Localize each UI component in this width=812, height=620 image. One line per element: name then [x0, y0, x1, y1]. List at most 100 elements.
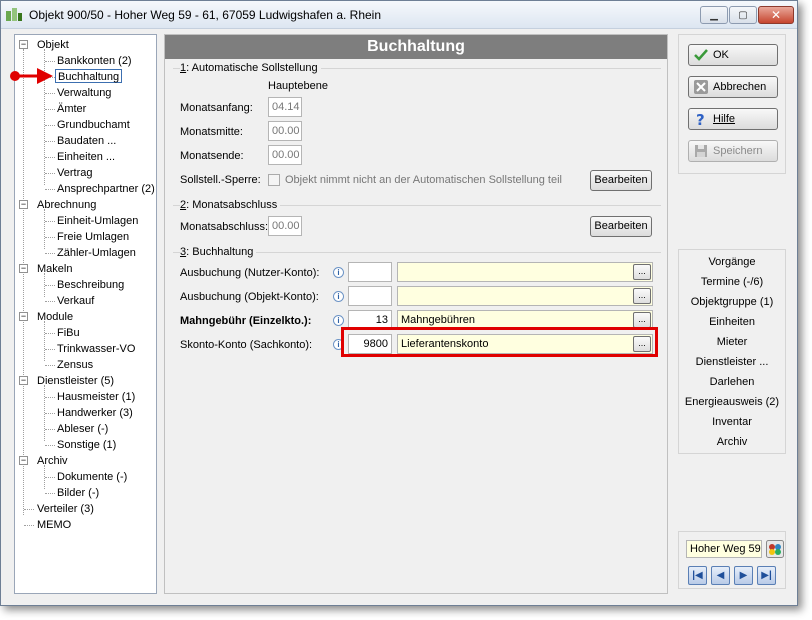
tree-item-beschreibung[interactable]: Beschreibung	[57, 278, 124, 292]
info-icon[interactable]: i	[333, 315, 344, 326]
link-termine[interactable]: Termine (-/6)	[679, 276, 785, 288]
prev-record-button[interactable]: ◀	[711, 566, 730, 585]
skonto-konto-label: Skonto-Konto (Sachkonto):	[180, 339, 313, 351]
tree-collapse-archiv[interactable]: −	[19, 456, 28, 465]
bearbeiten-sollstellung-button[interactable]: Bearbeiten	[590, 170, 652, 191]
link-archiv[interactable]: Archiv	[679, 436, 785, 448]
ausbuchung-nutzer-label: Ausbuchung (Nutzer-Konto):	[180, 267, 320, 279]
tree-item-freie-umlagen[interactable]: Freie Umlagen	[57, 230, 129, 244]
tree-item-bankkonten[interactable]: Bankkonten (2)	[57, 54, 132, 68]
help-icon: ?	[696, 111, 705, 127]
tree-item-dienstleister[interactable]: Dienstleister (5)	[37, 374, 114, 388]
tree-collapse-module[interactable]: −	[19, 312, 28, 321]
link-mieter[interactable]: Mieter	[679, 336, 785, 348]
ausbuchung-objekt-browse-button[interactable]: ...	[633, 288, 651, 304]
monatsende-label: Monatsende:	[180, 150, 244, 162]
monatsanfang-field[interactable]: 04.14	[268, 97, 302, 117]
tree-item-hausmeister[interactable]: Hausmeister (1)	[57, 390, 135, 404]
close-button[interactable]: ✕	[758, 6, 794, 24]
maximize-icon: ▢	[738, 9, 748, 21]
mahngebuehr-label: Mahngebühr (Einzelkto.):	[180, 315, 312, 327]
ausbuchung-nutzer-browse-button[interactable]: ...	[633, 264, 651, 280]
speichern-button[interactable]: Speichern	[688, 140, 778, 162]
tree-item-trinkwasser[interactable]: Trinkwasser-VO	[57, 342, 135, 356]
main-panel: Buchhaltung 1: Automatische Sollstellung…	[164, 34, 668, 594]
info-icon[interactable]: i	[333, 291, 344, 302]
ausbuchung-nutzer-name[interactable]	[397, 262, 653, 282]
next-record-button[interactable]: ▶	[734, 566, 753, 585]
tree-item-archiv[interactable]: Archiv	[37, 454, 68, 468]
minimize-button[interactable]: ▁	[700, 6, 728, 24]
pointer-arrow-icon	[10, 68, 53, 84]
related-links: Vorgänge Termine (-/6) Objektgruppe (1) …	[678, 249, 786, 454]
checkmark-icon	[694, 49, 708, 61]
tree-item-objekt[interactable]: Objekt	[37, 38, 69, 52]
tree-item-ansprechpartner[interactable]: Ansprechpartner (2)	[57, 182, 155, 196]
tree-item-buchhaltung[interactable]: Buchhaltung	[55, 69, 123, 83]
tree-collapse-dienstleister[interactable]: −	[19, 376, 28, 385]
bearbeiten-abschluss-button[interactable]: Bearbeiten	[590, 216, 652, 237]
link-darlehen[interactable]: Darlehen	[679, 376, 785, 388]
link-inventar[interactable]: Inventar	[679, 416, 785, 428]
tree-item-bilder[interactable]: Bilder (-)	[57, 486, 99, 500]
ausbuchung-nutzer-number[interactable]	[348, 262, 392, 282]
first-icon: |◀	[692, 570, 703, 581]
hilfe-button[interactable]: ? Hilfe	[688, 108, 778, 130]
last-record-button[interactable]: ▶|	[757, 566, 776, 585]
ok-button[interactable]: OK	[688, 44, 778, 66]
link-einheiten[interactable]: Einheiten	[679, 316, 785, 328]
section-title-1: 1: Automatische Sollstellung	[180, 62, 321, 74]
tree-collapse-objekt[interactable]: −	[19, 40, 28, 49]
monatsmitte-field[interactable]: 00.00	[268, 121, 302, 141]
tree-item-zensus[interactable]: Zensus	[57, 358, 93, 372]
tree-collapse-makeln[interactable]: −	[19, 264, 28, 273]
tree-item-sonstige[interactable]: Sonstige (1)	[57, 438, 116, 452]
mahngebuehr-browse-button[interactable]: ...	[633, 312, 651, 328]
next-icon: ▶	[739, 570, 748, 581]
tree-item-zaehler-umlagen[interactable]: Zähler-Umlagen	[57, 246, 136, 260]
window-title: Objekt 900/50 - Hoher Weg 59 - 61, 67059…	[29, 8, 382, 22]
tree-item-verteiler[interactable]: Verteiler (3)	[37, 502, 94, 516]
abbrechen-button[interactable]: Abbrechen	[688, 76, 778, 98]
monatsabschluss-field[interactable]: 00.00	[268, 216, 302, 236]
tree-item-einheiten[interactable]: Einheiten ...	[57, 150, 115, 164]
info-icon[interactable]: i	[333, 267, 344, 278]
sperre-checkbox[interactable]	[268, 174, 280, 186]
link-energieausweis[interactable]: Energieausweis (2)	[679, 396, 785, 408]
tree-item-handwerker[interactable]: Handwerker (3)	[57, 406, 133, 420]
minimize-icon: ▁	[710, 9, 718, 21]
tree-item-module[interactable]: Module	[37, 310, 73, 324]
svg-text:?: ?	[696, 111, 705, 127]
maximize-button[interactable]: ▢	[729, 6, 757, 24]
ausbuchung-objekt-name[interactable]	[397, 286, 653, 306]
link-vorgaenge[interactable]: Vorgänge	[679, 256, 785, 268]
link-dienstleister[interactable]: Dienstleister ...	[679, 356, 785, 368]
sperre-checkbox-label: Objekt nimmt nicht an der Automatischen …	[285, 174, 562, 186]
tree-item-baudaten[interactable]: Baudaten ...	[57, 134, 116, 148]
tree-item-fibu[interactable]: FiBu	[57, 326, 80, 340]
tree-item-dokumente[interactable]: Dokumente (-)	[57, 470, 127, 484]
tree-collapse-abrechnung[interactable]: −	[19, 200, 28, 209]
highlight-frame	[341, 327, 658, 357]
ausbuchung-objekt-number[interactable]	[348, 286, 392, 306]
record-lookup-icon[interactable]	[766, 540, 784, 558]
sperre-label: Sollstell.-Sperre:	[180, 174, 261, 186]
tree-item-memo[interactable]: MEMO	[37, 518, 71, 532]
save-icon	[695, 145, 707, 157]
action-panel: OK Abbrechen ? Hilfe Speichern	[678, 34, 786, 174]
monatsabschluss-label: Monatsabschluss:	[180, 221, 269, 233]
tree-item-ableser[interactable]: Ableser (-)	[57, 422, 108, 436]
tree-item-grundbuchamt[interactable]: Grundbuchamt	[57, 118, 130, 132]
tree-item-makeln[interactable]: Makeln	[37, 262, 72, 276]
link-objektgruppe[interactable]: Objektgruppe (1)	[679, 296, 785, 308]
record-field[interactable]: Hoher Weg 59 - 61	[686, 540, 762, 558]
ausbuchung-objekt-label: Ausbuchung (Objekt-Konto):	[180, 291, 319, 303]
monatsende-field[interactable]: 00.00	[268, 145, 302, 165]
tree-item-aemter[interactable]: Ämter	[57, 102, 86, 116]
tree-item-verkauf[interactable]: Verkauf	[57, 294, 94, 308]
tree-item-verwaltung[interactable]: Verwaltung	[57, 86, 111, 100]
first-record-button[interactable]: |◀	[688, 566, 707, 585]
tree-item-einheit-umlagen[interactable]: Einheit-Umlagen	[57, 214, 138, 228]
tree-item-abrechnung[interactable]: Abrechnung	[37, 198, 96, 212]
tree-item-vertrag[interactable]: Vertrag	[57, 166, 92, 180]
